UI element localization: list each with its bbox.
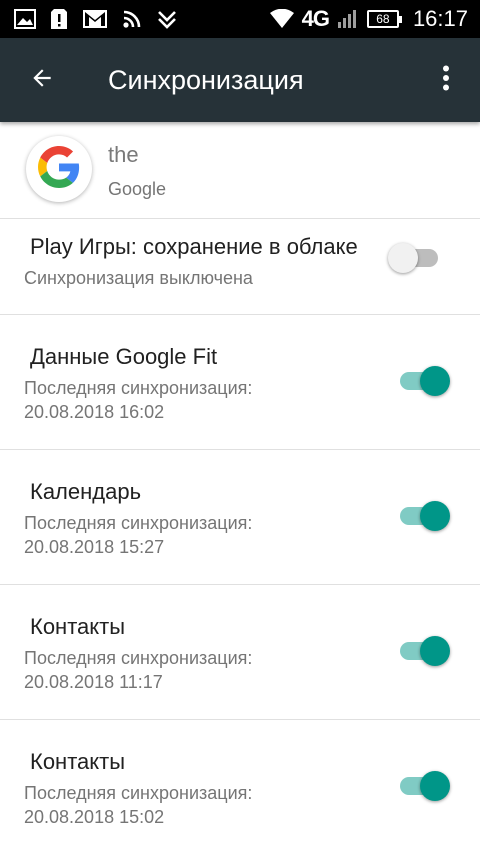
sync-toggle-contacts-2[interactable] xyxy=(396,768,452,804)
sync-item-play-games[interactable]: Play Игры: сохранение в облаке Синхрониз… xyxy=(0,219,480,314)
sim-alert-icon xyxy=(50,8,68,30)
sync-item-last-sync-time: 20.08.2018 11:17 xyxy=(24,672,163,692)
sync-toggle-calendar[interactable] xyxy=(396,498,452,534)
sync-item-title: Play Игры: сохранение в облаке xyxy=(30,234,358,259)
sync-item-title: Данные Google Fit xyxy=(30,344,218,369)
account-type: Google xyxy=(108,179,167,199)
rss-icon xyxy=(122,9,142,29)
sync-item-last-sync-time: 20.08.2018 15:27 xyxy=(24,537,165,557)
sync-item-contacts[interactable]: Контакты Последняя синхронизация: 20.08.… xyxy=(0,585,480,719)
sync-item-last-sync-label: Последняя синхронизация: xyxy=(24,648,253,668)
signal-icon xyxy=(337,8,359,30)
sync-item-last-sync-time: 20.08.2018 16:02 xyxy=(24,402,165,422)
account-name: the xyxy=(108,142,139,167)
sync-item-status: Синхронизация выключена xyxy=(24,268,253,288)
battery-level: 68 xyxy=(376,12,390,26)
more-options-button[interactable] xyxy=(422,56,470,104)
google-g-icon xyxy=(38,145,80,193)
clock: 16:17 xyxy=(412,6,468,31)
sync-toggle-play-games[interactable] xyxy=(388,240,444,276)
sync-toggle-google-fit[interactable] xyxy=(396,363,452,399)
more-vert-icon xyxy=(442,65,450,96)
gmail-icon xyxy=(82,9,108,29)
status-bar: 4G 68 16:17 xyxy=(0,0,480,38)
sync-toggle-contacts[interactable] xyxy=(396,633,452,669)
sync-item-calendar[interactable]: Календарь Последняя синхронизация: 20.08… xyxy=(0,450,480,584)
wifi-icon xyxy=(269,9,294,29)
sync-item-last-sync-label: Последняя синхронизация: xyxy=(24,513,253,533)
sync-item-last-sync-label: Последняя синхронизация: xyxy=(24,378,253,398)
gallery-icon xyxy=(14,9,36,29)
sync-item-last-sync-label: Последняя синхронизация: xyxy=(24,783,253,803)
app-bar: Синхронизация xyxy=(0,38,480,122)
sync-item-title: Контакты xyxy=(30,749,126,774)
arrow-back-icon xyxy=(29,65,55,96)
page-title: Синхронизация xyxy=(108,65,304,95)
sync-item-title: Контакты xyxy=(30,614,126,639)
battery-icon: 68 xyxy=(366,10,402,28)
network-type: 4G xyxy=(301,6,330,31)
sync-item-contacts-2[interactable]: Контакты Последняя синхронизация: 20.08.… xyxy=(0,720,480,854)
sync-item-last-sync-time: 20.08.2018 15:02 xyxy=(24,807,165,827)
sync-item-google-fit[interactable]: Данные Google Fit Последняя синхронизаци… xyxy=(0,315,480,449)
account-header: the Google xyxy=(0,122,480,218)
sync-item-title: Календарь xyxy=(30,479,142,504)
back-button[interactable] xyxy=(18,56,66,104)
google-logo-avatar xyxy=(26,136,92,202)
download-icon xyxy=(156,8,178,30)
